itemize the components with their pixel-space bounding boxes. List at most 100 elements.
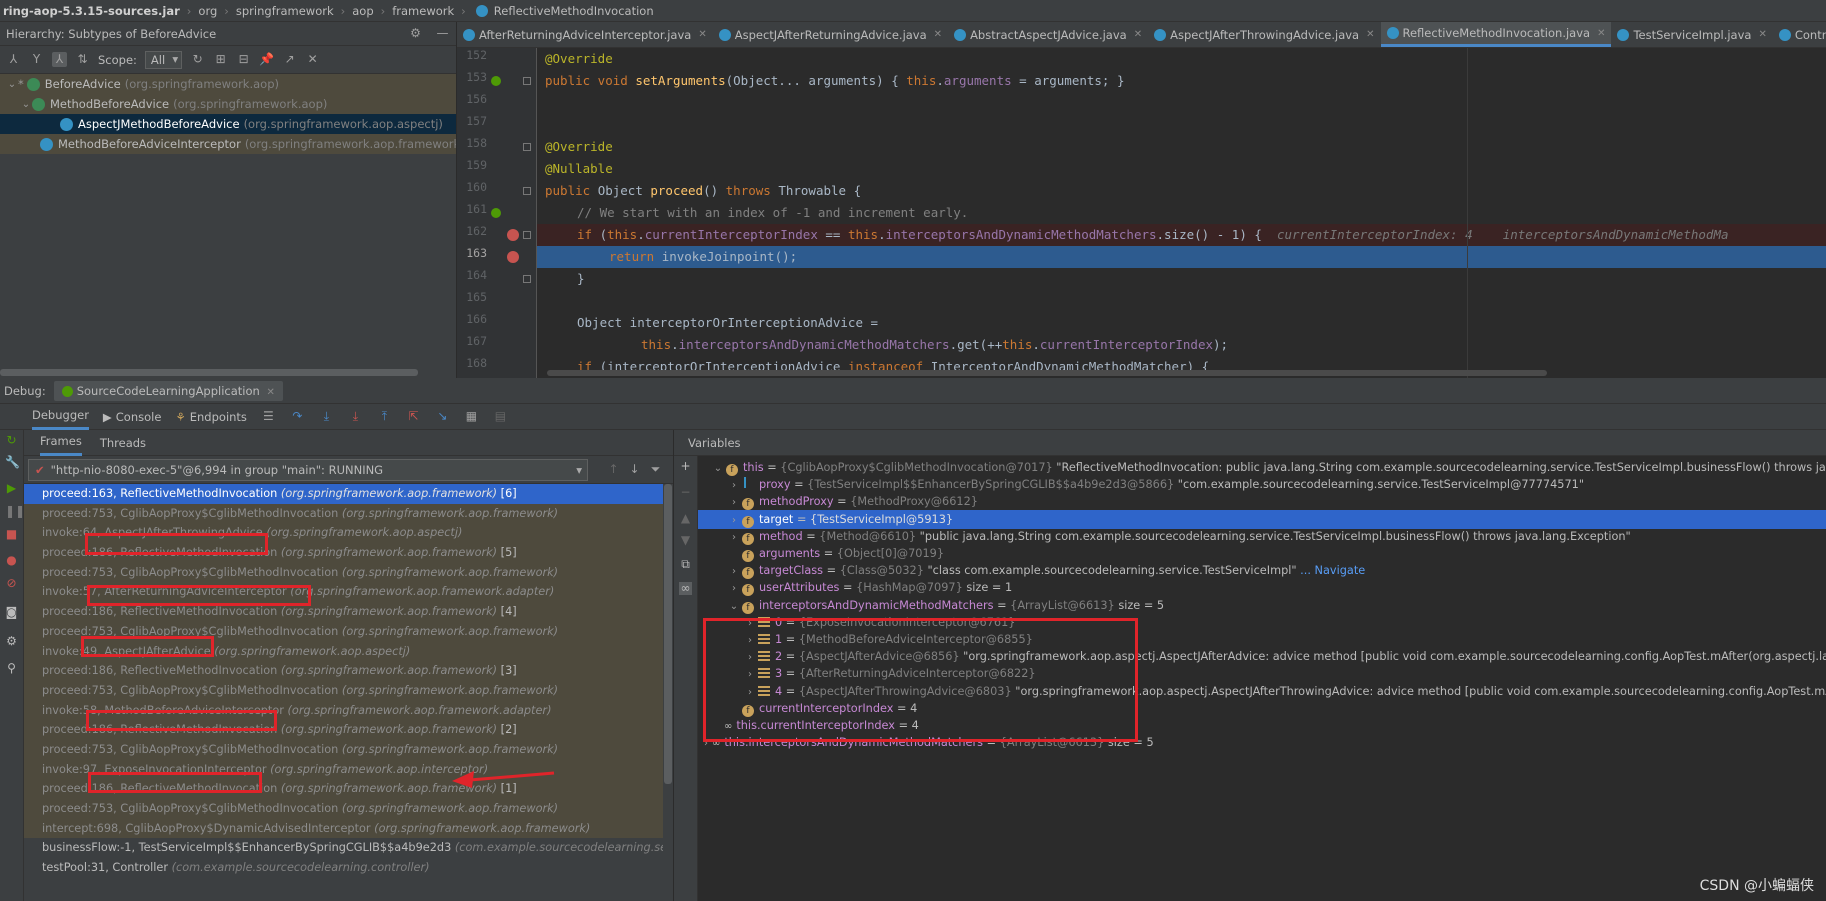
close-icon[interactable]: ✕ (698, 29, 706, 40)
arrow-down-icon[interactable]: ↓ (627, 462, 642, 477)
frame-row[interactable]: proceed:753, CglibAopProxy$CglibMethodIn… (24, 799, 673, 819)
frame-row[interactable]: proceed:753, CglibAopProxy$CglibMethodIn… (24, 503, 673, 524)
mute-breakpoints-icon[interactable]: ⊘ (5, 577, 18, 590)
menu-icon[interactable]: ☰ (261, 409, 276, 424)
frame-row-selected[interactable]: proceed:163, ReflectiveMethodInvocation … (24, 484, 673, 504)
tab-controller[interactable]: Controller.java (1773, 22, 1826, 47)
supertypes-icon[interactable]: ⅄ (6, 52, 21, 67)
copy-icon[interactable]: ⧉ (679, 558, 692, 571)
step-into-icon[interactable]: ⤓ (319, 409, 334, 424)
tree-node[interactable]: ⌄ MethodBeforeAdvice (org.springframewor… (0, 94, 456, 114)
close-icon[interactable]: ✕ (266, 387, 274, 398)
tab-aspectjafterreturningadvice[interactable]: AspectJAfterReturningAdvice.java ✕ (713, 22, 948, 47)
pause-icon[interactable]: ❚❚ (5, 505, 25, 518)
navigate-link[interactable]: ... Navigate (1297, 564, 1365, 577)
collapse-all-icon[interactable]: ⊟ (236, 52, 251, 67)
settings-icon[interactable]: ⚙ (5, 635, 18, 648)
resume-icon[interactable]: ▶ (5, 482, 18, 495)
tab-console[interactable]: ▶ Console (103, 410, 162, 424)
close-icon[interactable]: ✕ (305, 52, 320, 67)
fold-icon[interactable] (523, 187, 531, 195)
breadcrumb-jar[interactable]: ring-aop-5.3.15-sources.jar (0, 4, 183, 18)
frame-row[interactable]: proceed:753, CglibAopProxy$CglibMethodIn… (24, 680, 673, 701)
step-out-icon[interactable]: ⤒ (377, 409, 392, 424)
code-area[interactable]: @Override public void setArguments(Objec… (537, 48, 1826, 378)
tab-endpoints[interactable]: ⚘ Endpoints (175, 410, 247, 424)
force-step-into-icon[interactable]: ⤓ (348, 409, 363, 424)
breadcrumb-springframework[interactable]: springframework (233, 4, 337, 18)
vertical-scrollbar[interactable] (663, 484, 673, 901)
frame-row[interactable]: proceed:186, ReflectiveMethodInvocation … (24, 661, 673, 681)
scope-select[interactable]: All (144, 50, 183, 69)
scrollbar-thumb[interactable] (664, 484, 672, 784)
tab-frames[interactable]: Frames (40, 430, 82, 456)
run-to-cursor-icon[interactable]: ↘ (435, 409, 450, 424)
thread-selector[interactable]: ✔ "http-nio-8080-exec-5"@6,994 in group … (28, 458, 588, 481)
frame-row[interactable]: testPool:31, Controller (com.example.sou… (24, 858, 673, 878)
override-icon[interactable] (491, 208, 501, 218)
watches-icon[interactable]: ∞ (679, 582, 692, 595)
editor-gutter[interactable]: 152 153 156 157 158 159 160 161 162 163 … (457, 48, 537, 378)
view-breakpoints-icon[interactable]: ● (5, 554, 18, 567)
tab-debugger[interactable]: Debugger (32, 404, 89, 430)
wrench-icon[interactable]: 🔧 (5, 456, 20, 469)
breakpoint-icon[interactable] (507, 251, 519, 263)
tree-node[interactable]: ⌄ * BeforeAdvice (org.springframework.aop… (0, 74, 456, 94)
sort-alpha-icon[interactable]: ⇅ (75, 52, 90, 67)
fold-icon[interactable] (523, 143, 531, 151)
type-hierarchy-icon[interactable]: Y (29, 52, 44, 67)
tab-afterreturningadviceinterceptor[interactable]: AfterReturningAdviceInterceptor.java ✕ (457, 22, 713, 47)
override-icon[interactable] (491, 76, 501, 86)
chevron-down-icon[interactable]: ⌄ (20, 99, 32, 110)
subtypes-icon[interactable]: ⅄ (52, 52, 67, 67)
breadcrumb-aop[interactable]: aop (349, 4, 376, 18)
close-icon[interactable]: ✕ (1366, 29, 1374, 40)
camera-icon[interactable]: ◙ (5, 606, 18, 619)
tab-aspectjafterthrowingadvice[interactable]: AspectJAfterThrowingAdvice.java ✕ (1148, 22, 1380, 47)
filter-icon[interactable]: ⏷ (648, 462, 663, 477)
close-icon[interactable]: ✕ (934, 29, 942, 40)
gear-icon[interactable]: ⚙ (408, 26, 423, 41)
step-over-icon[interactable]: ↷ (290, 409, 305, 424)
tab-testserviceimpl[interactable]: TestServiceImpl.java ✕ (1611, 22, 1772, 47)
move-down-icon[interactable]: ▼ (679, 534, 692, 547)
tab-reflectivemethodinvocation[interactable]: ReflectiveMethodInvocation.java ✕ (1380, 22, 1612, 47)
breakpoint-icon[interactable] (507, 229, 519, 241)
pin-icon[interactable]: ⚲ (5, 662, 18, 675)
debug-session-tab[interactable]: SourceCodeLearningApplication ✕ (53, 380, 283, 401)
horizontal-scrollbar[interactable] (547, 370, 1547, 376)
move-up-icon[interactable]: ▲ (679, 512, 692, 525)
evaluate-icon[interactable]: ▦ (464, 409, 479, 424)
tab-abstractaspectjadvice[interactable]: AbstractAspectJAdvice.java ✕ (948, 22, 1148, 47)
fold-icon[interactable] (523, 77, 531, 85)
tree-node[interactable]: MethodBeforeAdviceInterceptor (org.sprin… (0, 134, 456, 154)
close-icon[interactable]: ✕ (1597, 28, 1605, 39)
add-watch-icon[interactable]: + (679, 460, 692, 473)
breadcrumb-class[interactable]: ReflectiveMethodInvocation (491, 4, 657, 18)
arrow-up-icon[interactable]: ↑ (606, 462, 621, 477)
chevron-down-icon[interactable]: ⌄ (6, 79, 18, 90)
close-icon[interactable]: ✕ (1134, 29, 1142, 40)
tree-node-selected[interactable]: AspectJMethodBeforeAdvice (org.springfra… (0, 114, 456, 134)
rerun-icon[interactable]: ↻ (5, 434, 18, 447)
remove-watch-icon[interactable]: − (679, 486, 692, 499)
expand-all-icon[interactable]: ⊞ (213, 52, 228, 67)
export-icon[interactable]: ↗ (282, 52, 297, 67)
frame-row[interactable]: proceed:753, CglibAopProxy$CglibMethodIn… (24, 739, 673, 760)
breadcrumb-framework[interactable]: framework (389, 4, 457, 18)
breadcrumb-org[interactable]: org (195, 4, 220, 18)
trace-icon[interactable]: ▤ (493, 409, 508, 424)
fold-icon[interactable] (523, 275, 531, 283)
close-icon[interactable]: ✕ (1758, 29, 1766, 40)
drop-frame-icon[interactable]: ⇱ (406, 409, 421, 424)
frame-row[interactable]: intercept:698, CglibAopProxy$DynamicAdvi… (24, 818, 673, 839)
tab-threads[interactable]: Threads (100, 436, 146, 450)
fold-icon[interactable] (523, 231, 531, 239)
frame-row[interactable]: proceed:753, CglibAopProxy$CglibMethodIn… (24, 562, 673, 583)
frame-row[interactable]: businessFlow:-1, TestServiceImpl$$Enhanc… (24, 838, 673, 858)
minimize-icon[interactable]: — (435, 26, 450, 41)
horizontal-scrollbar[interactable] (0, 369, 418, 376)
stop-icon[interactable]: ■ (5, 528, 18, 541)
pin-icon[interactable]: 📌 (259, 52, 274, 67)
refresh-icon[interactable]: ↻ (190, 52, 205, 67)
